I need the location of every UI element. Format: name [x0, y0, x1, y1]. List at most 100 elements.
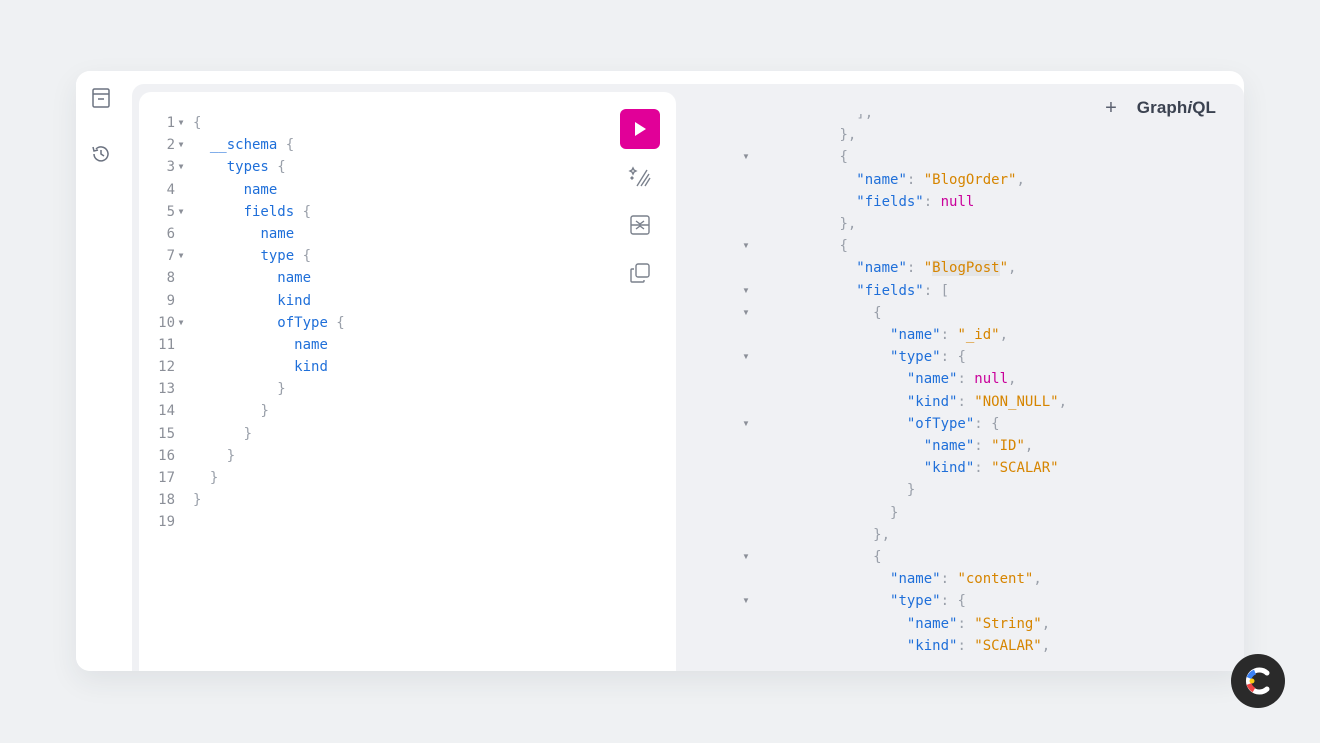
json-punctuation: : [ — [923, 282, 950, 299]
json-string: " — [999, 260, 1009, 277]
result-line: } — [772, 502, 898, 524]
json-punctuation: , — [999, 327, 1009, 343]
sidebar — [76, 71, 130, 671]
result-line: }, — [772, 213, 856, 235]
line-number: 17 — [158, 470, 175, 486]
query-editor[interactable]: 1▼{2▼ __schema {3▼ types {4▼ name5▼ fiel… — [139, 92, 676, 671]
line-content: } — [193, 400, 268, 422]
fold-toggle-icon[interactable]: ▼ — [175, 201, 187, 223]
fold-toggle-icon[interactable]: ▼ — [740, 590, 752, 612]
play-icon — [635, 122, 646, 136]
fold-toggle-icon[interactable]: ▼ — [740, 546, 752, 568]
json-key: "name" — [923, 438, 975, 454]
json-string: "String" — [974, 615, 1042, 632]
field-name: name — [243, 181, 278, 198]
fold-toggle-icon[interactable]: ▼ — [740, 280, 752, 302]
json-punctuation: , — [1041, 615, 1051, 632]
line-content: } — [193, 467, 218, 489]
brace: } — [226, 447, 236, 464]
json-punctuation: : — [940, 327, 958, 343]
json-key: "fields" — [856, 282, 924, 299]
json-punctuation: : — [974, 460, 992, 477]
json-string: " — [923, 260, 933, 277]
json-punctuation: : { — [940, 349, 966, 366]
result-line: }, — [772, 524, 890, 546]
json-punctuation: : — [923, 193, 941, 210]
fold-toggle-icon[interactable]: ▼ — [740, 302, 752, 324]
json-punctuation: , — [1008, 260, 1017, 277]
fold-toggle-icon[interactable]: ▼ — [175, 312, 187, 334]
brace: { — [294, 203, 312, 220]
json-key: "ofType" — [906, 415, 975, 432]
fold-toggle-icon[interactable]: ▼ — [740, 235, 752, 257]
json-punctuation: { — [839, 149, 848, 166]
fold-toggle-icon[interactable]: ▼ — [175, 134, 187, 156]
copy-query-button[interactable] — [620, 253, 660, 293]
line-content: __schema { — [193, 134, 294, 156]
field-name: kind — [294, 359, 328, 376]
fold-toggle-icon[interactable]: ▼ — [740, 346, 752, 368]
run-query-button[interactable] — [620, 109, 660, 149]
result-line: "kind": "SCALAR" — [772, 457, 1059, 479]
json-string: "NON_NULL" — [974, 393, 1059, 410]
history-icon[interactable] — [90, 143, 112, 165]
result-line: "type": { — [772, 590, 966, 612]
json-null: null — [974, 371, 1009, 388]
line-content: kind — [193, 356, 328, 378]
fold-toggle-icon[interactable]: ▼ — [175, 245, 187, 267]
line-number: 13 — [158, 381, 175, 398]
line-content: } — [193, 378, 285, 400]
field-name: name — [294, 336, 328, 353]
json-punctuation: : — [940, 571, 958, 588]
result-line: "type": { — [772, 346, 966, 368]
result-line: "name": null, — [772, 368, 1017, 390]
merge-fragments-icon — [630, 215, 650, 235]
editor-line: 15▼ } — [139, 423, 606, 445]
json-key: "name" — [906, 371, 958, 388]
fold-toggle-icon[interactable]: ▼ — [740, 146, 752, 168]
json-punctuation: : — [957, 637, 975, 654]
merge-fragments-button[interactable] — [620, 205, 660, 245]
json-punctuation: }, — [839, 216, 857, 232]
fold-toggle-icon[interactable]: ▼ — [740, 413, 752, 435]
magic-wand-icon — [628, 166, 651, 187]
json-punctuation: : — [957, 393, 975, 410]
editor-line: 8▼ name — [139, 267, 606, 289]
result-line: }, — [772, 124, 856, 146]
result-line: "name": "BlogPost", — [772, 257, 1016, 279]
line-number: 15 — [158, 425, 175, 442]
docs-icon[interactable] — [90, 87, 112, 109]
line-number: 6 — [166, 225, 175, 242]
line-content: name — [193, 223, 294, 245]
field-name: kind — [277, 292, 312, 309]
fold-toggle-icon[interactable]: ▼ — [175, 156, 187, 178]
json-punctuation: } — [890, 504, 899, 521]
line-number: 1 — [166, 115, 175, 131]
results-viewer[interactable]: ], },▼ { "name": "BlogOrder", "fields": … — [738, 114, 1244, 671]
fold-toggle-icon[interactable]: ▼ — [175, 112, 187, 134]
prettify-button[interactable] — [620, 157, 660, 197]
editor-line: 7 ▼ type { — [139, 245, 606, 267]
json-string: "_id" — [957, 327, 1000, 343]
line-number: 12 — [158, 359, 175, 376]
json-punctuation: , — [1016, 171, 1025, 188]
json-punctuation: : — [974, 438, 992, 454]
json-string: "content" — [957, 571, 1034, 588]
line-content: } — [193, 445, 235, 467]
field-name: name — [260, 225, 295, 242]
